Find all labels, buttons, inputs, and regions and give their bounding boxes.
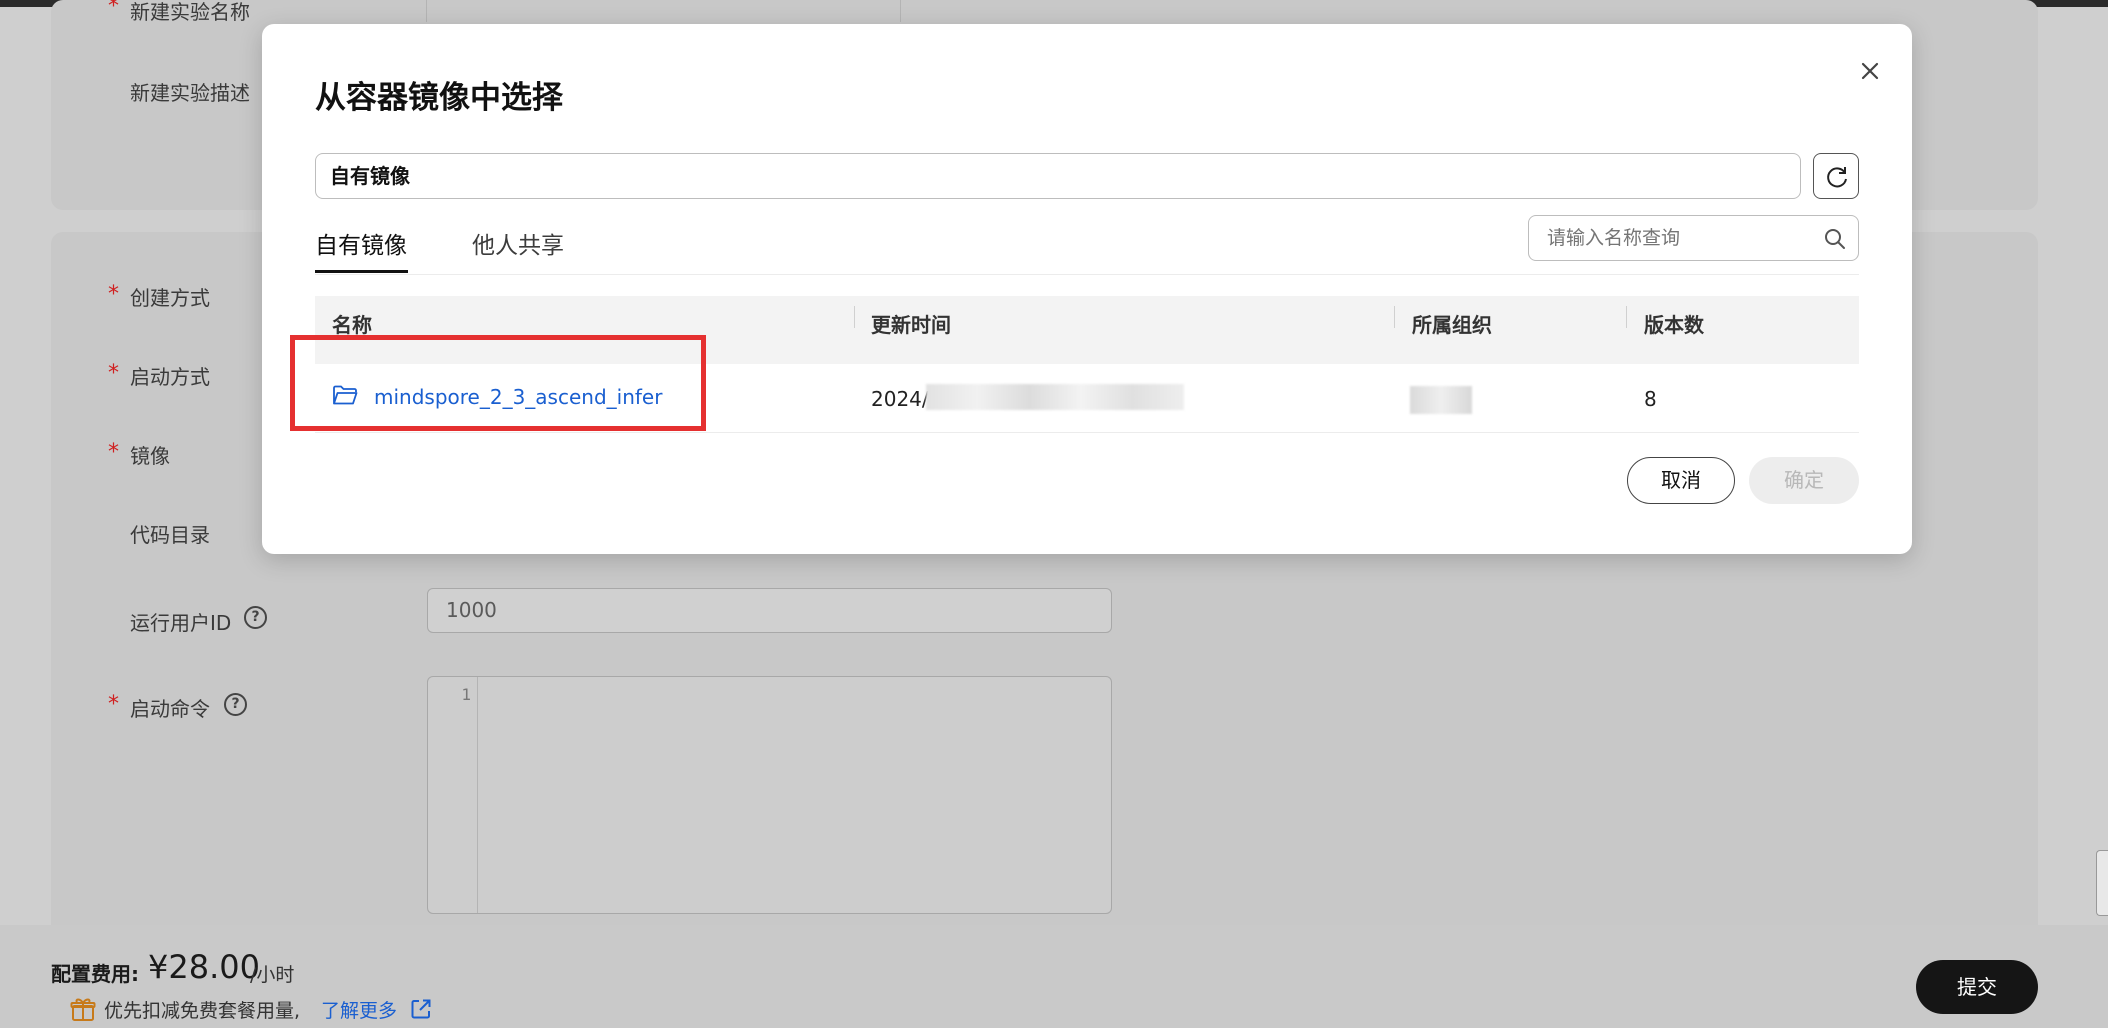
help-icon[interactable]: ? (224, 693, 247, 716)
input-edge (426, 0, 427, 22)
required-mark: * (108, 0, 119, 19)
fee-unit: /小时 (250, 964, 295, 986)
image-source-select[interactable]: 自有镜像 (315, 153, 1801, 199)
required-mark: * (108, 361, 119, 386)
code-dir-label: 代码目录 (130, 523, 210, 547)
fee-note: 优先扣减免费套餐用量, (104, 1000, 301, 1022)
highlight-box (290, 335, 706, 431)
close-icon[interactable] (1854, 55, 1886, 87)
gift-icon (70, 998, 96, 1021)
fee-label: 配置费用: (51, 962, 139, 986)
confirm-button[interactable]: 确定 (1749, 457, 1859, 504)
start-command-editor[interactable]: 1 (427, 676, 1112, 914)
required-mark: * (108, 440, 119, 465)
start-method-label: 启动方式 (130, 365, 210, 389)
redacted-time (926, 384, 1184, 410)
learn-more-link[interactable]: 了解更多 (321, 996, 397, 1023)
tab-own-images[interactable]: 自有镜像 (315, 226, 407, 260)
redacted-organization (1410, 386, 1472, 414)
cancel-button[interactable]: 取消 (1627, 457, 1735, 504)
experiment-name-label: 新建实验名称 (130, 0, 250, 24)
select-image-modal: 从容器镜像中选择 自有镜像 自有镜像 他人共享 名称 更新时间 所属组织 版本数… (262, 24, 1912, 554)
line-number: 1 (461, 685, 471, 704)
column-organization: 所属组织 (1412, 313, 1492, 337)
footer-bar (0, 925, 2108, 1028)
tab-shared-images[interactable]: 他人共享 (472, 226, 564, 260)
external-link-icon[interactable] (410, 998, 432, 1020)
tabs-divider (315, 274, 1859, 275)
help-icon[interactable]: ? (244, 606, 267, 629)
column-divider (1394, 306, 1395, 328)
row-divider (315, 432, 1859, 433)
column-updated-time: 更新时间 (871, 313, 951, 337)
updated-time-cell: 2024/ (871, 387, 929, 411)
active-tab-indicator (315, 270, 408, 273)
refresh-button[interactable] (1813, 153, 1859, 199)
column-divider (1626, 306, 1627, 328)
create-method-label: 创建方式 (130, 286, 210, 310)
column-divider (854, 306, 855, 328)
submit-button[interactable]: 提交 (1916, 960, 2038, 1014)
experiment-desc-label: 新建实验描述 (130, 81, 250, 105)
side-float-tab[interactable] (2096, 850, 2108, 916)
column-name: 名称 (332, 313, 372, 337)
editor-gutter: 1 (428, 677, 478, 913)
fee-price: ¥28.00 (148, 948, 260, 986)
input-edge (900, 0, 901, 22)
version-count-cell: 8 (1644, 387, 1657, 411)
start-command-label: 启动命令 (130, 697, 210, 721)
modal-title: 从容器镜像中选择 (315, 80, 563, 116)
required-mark: * (108, 282, 119, 307)
required-mark: * (108, 692, 119, 717)
name-search-input[interactable] (1528, 215, 1859, 261)
image-label: 镜像 (130, 444, 170, 468)
refresh-icon (1827, 167, 1847, 188)
run-user-id-label: 运行用户ID (130, 611, 232, 635)
search-icon[interactable] (1823, 227, 1847, 251)
run-user-id-input[interactable]: 1000 (427, 588, 1112, 633)
column-versions: 版本数 (1644, 313, 1704, 337)
